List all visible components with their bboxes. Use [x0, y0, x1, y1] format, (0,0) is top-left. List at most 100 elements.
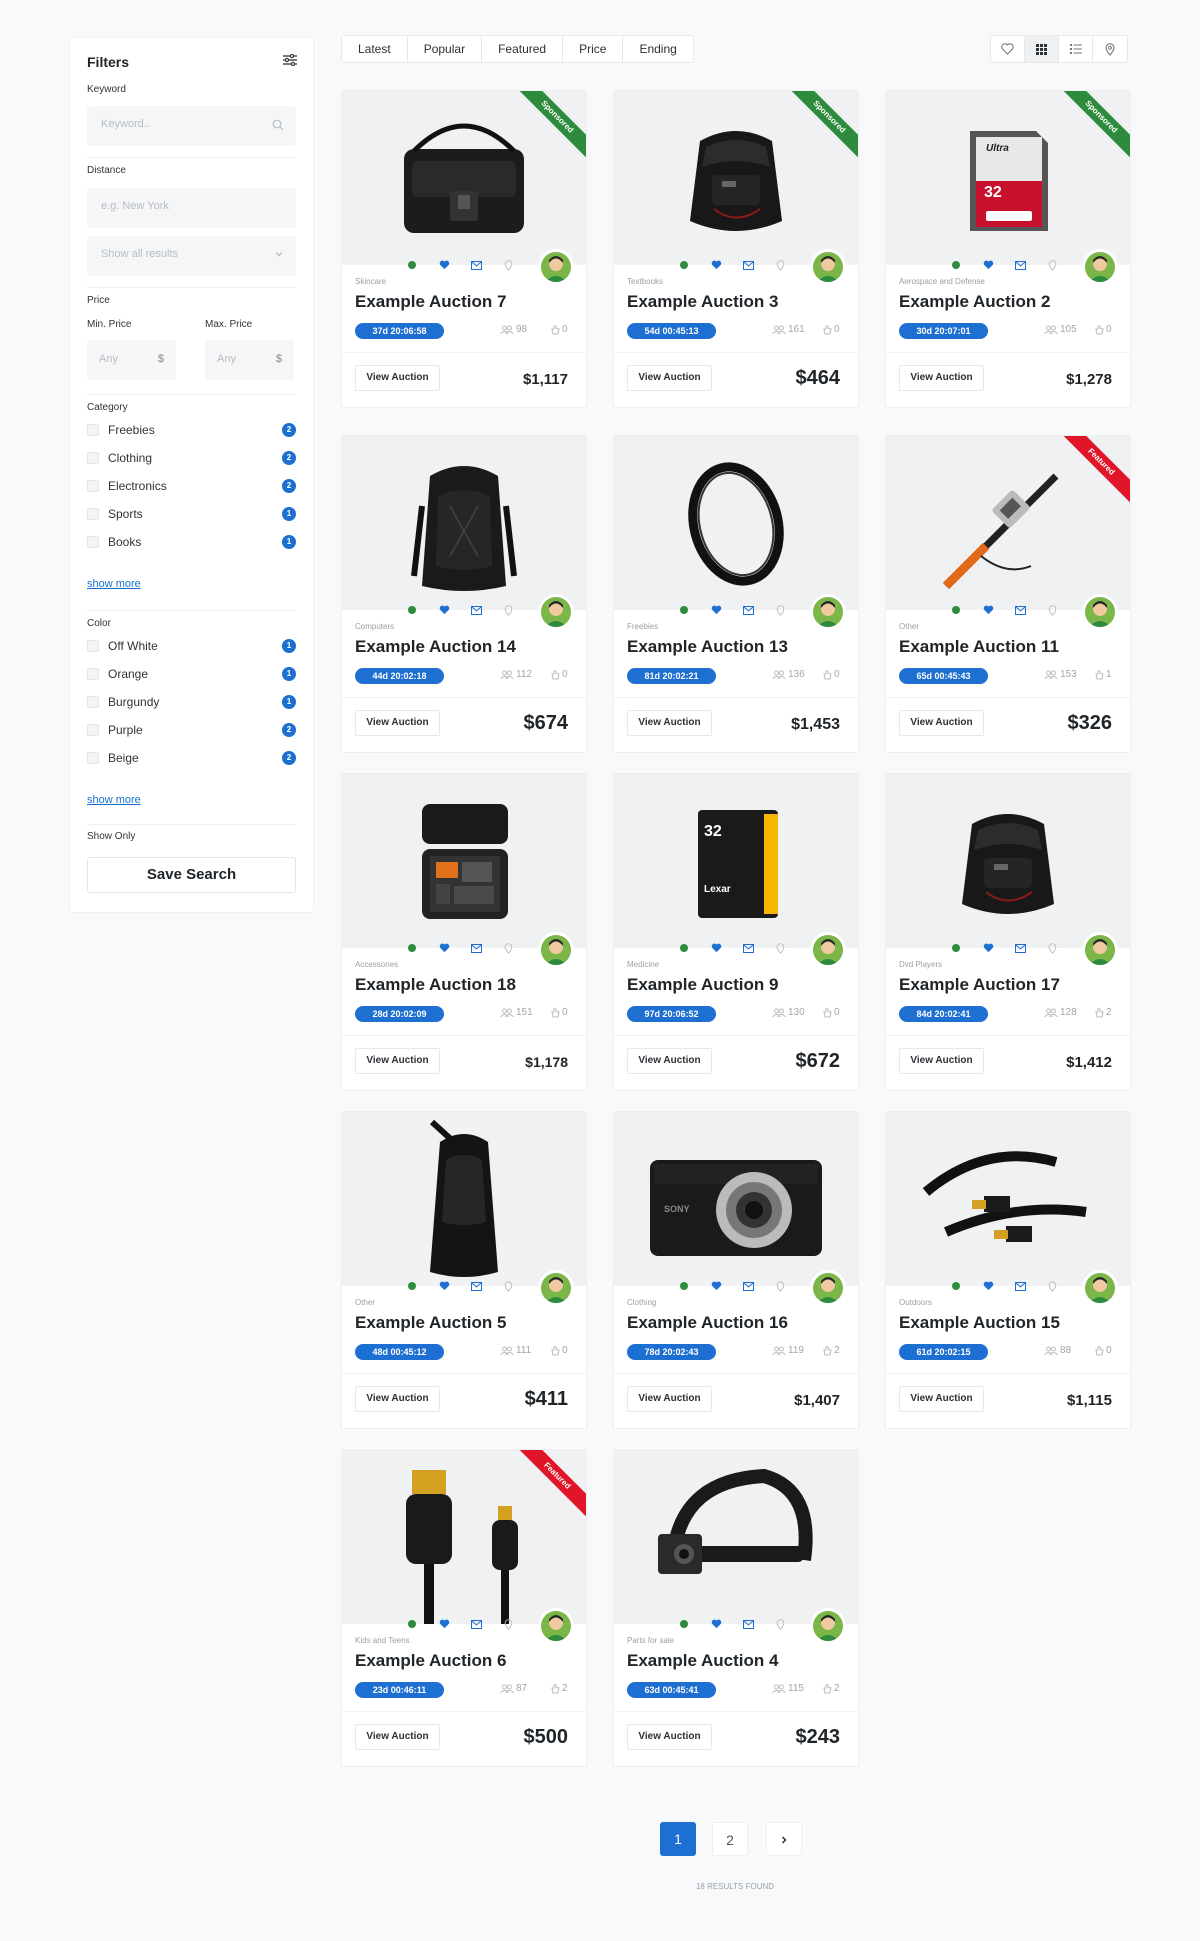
map-pin-icon[interactable] [501, 941, 515, 955]
card-title[interactable]: Example Auction 15 [899, 1313, 1060, 1333]
list-view-button[interactable] [1059, 36, 1093, 62]
map-pin-icon[interactable] [1045, 1279, 1059, 1293]
auction-card[interactable]: 32 Lexar Medicine Example Auction 9 97d 2… [613, 773, 859, 1091]
envelope-icon[interactable] [469, 1279, 483, 1293]
seller-avatar[interactable] [810, 594, 846, 630]
checkbox[interactable] [87, 536, 99, 548]
color-burgundy[interactable]: Burgundy 1 [87, 693, 296, 711]
checkbox[interactable] [87, 640, 99, 652]
map-pin-icon[interactable] [773, 1279, 787, 1293]
card-title[interactable]: Example Auction 17 [899, 975, 1060, 995]
product-image-area[interactable]: Featured [342, 1450, 586, 1624]
map-pin-icon[interactable] [773, 1617, 787, 1631]
product-image-area[interactable]: Featured [886, 436, 1130, 610]
view-auction-button[interactable]: View Auction [355, 1724, 440, 1750]
seller-avatar[interactable] [538, 249, 574, 285]
min-price-input[interactable]: Any $ [87, 340, 176, 380]
view-auction-button[interactable]: View Auction [627, 1048, 712, 1074]
heart-icon[interactable] [709, 603, 723, 617]
card-title[interactable]: Example Auction 14 [355, 637, 516, 657]
checkbox[interactable] [87, 696, 99, 708]
auction-card[interactable]: Featured Kids and Teens Example Auction … [341, 1449, 587, 1767]
page-1-button[interactable]: 1 [660, 1822, 696, 1856]
auction-card[interactable]: Featured Other Example Auction 11 65d 00… [885, 435, 1131, 753]
card-title[interactable]: Example Auction 5 [355, 1313, 506, 1333]
color-off-white[interactable]: Off White 1 [87, 637, 296, 655]
save-search-button[interactable]: Save Search [87, 857, 296, 893]
map-pin-icon[interactable] [773, 258, 787, 272]
envelope-icon[interactable] [1013, 941, 1027, 955]
heart-icon[interactable] [437, 1279, 451, 1293]
card-title[interactable]: Example Auction 18 [355, 975, 516, 995]
favorites-view-button[interactable] [991, 36, 1025, 62]
map-pin-icon[interactable] [501, 258, 515, 272]
heart-icon[interactable] [709, 1617, 723, 1631]
card-title[interactable]: Example Auction 6 [355, 1651, 506, 1671]
map-view-button[interactable] [1093, 36, 1127, 62]
view-auction-button[interactable]: View Auction [627, 1386, 712, 1412]
view-auction-button[interactable]: View Auction [355, 365, 440, 391]
heart-icon[interactable] [981, 258, 995, 272]
view-auction-button[interactable]: View Auction [355, 710, 440, 736]
heart-icon[interactable] [709, 1279, 723, 1293]
category-sports[interactable]: Sports 1 [87, 505, 296, 523]
product-image[interactable] [614, 436, 858, 610]
product-image-area[interactable] [614, 1450, 858, 1624]
tab-featured[interactable]: Featured [482, 36, 564, 62]
heart-icon[interactable] [709, 258, 723, 272]
map-pin-icon[interactable] [501, 1617, 515, 1631]
view-auction-button[interactable]: View Auction [899, 1048, 984, 1074]
checkbox[interactable] [87, 508, 99, 520]
envelope-icon[interactable] [1013, 603, 1027, 617]
auction-card[interactable]: SONY Clothing Example Auction 16 78d 20:… [613, 1111, 859, 1429]
heart-icon[interactable] [437, 1617, 451, 1631]
product-image[interactable] [342, 774, 586, 948]
map-pin-icon[interactable] [1045, 603, 1059, 617]
product-image[interactable] [342, 436, 586, 610]
envelope-icon[interactable] [1013, 258, 1027, 272]
seller-avatar[interactable] [538, 1270, 574, 1306]
seller-avatar[interactable] [538, 1608, 574, 1644]
envelope-icon[interactable] [741, 941, 755, 955]
auction-card[interactable]: Computers Example Auction 14 44d 20:02:1… [341, 435, 587, 753]
product-image[interactable] [886, 1112, 1130, 1286]
product-image[interactable]: 32 Lexar [614, 774, 858, 948]
map-pin-icon[interactable] [1045, 941, 1059, 955]
card-title[interactable]: Example Auction 4 [627, 1651, 778, 1671]
heart-icon[interactable] [437, 603, 451, 617]
heart-icon[interactable] [981, 941, 995, 955]
envelope-icon[interactable] [469, 603, 483, 617]
category-freebies[interactable]: Freebies 2 [87, 421, 296, 439]
seller-avatar[interactable] [810, 1608, 846, 1644]
category-electronics[interactable]: Electronics 2 [87, 477, 296, 495]
envelope-icon[interactable] [469, 941, 483, 955]
seller-avatar[interactable] [538, 594, 574, 630]
view-auction-button[interactable]: View Auction [355, 1386, 440, 1412]
show-more-categories[interactable]: show more [87, 578, 141, 590]
heart-icon[interactable] [981, 1279, 995, 1293]
auction-card[interactable]: Freebies Example Auction 13 81d 20:02:21… [613, 435, 859, 753]
distance-select[interactable]: Show all results [87, 236, 296, 276]
category-clothing[interactable]: Clothing 2 [87, 449, 296, 467]
sliders-icon[interactable] [283, 54, 297, 66]
card-title[interactable]: Example Auction 11 [899, 637, 1059, 657]
envelope-icon[interactable] [741, 1279, 755, 1293]
heart-icon[interactable] [437, 258, 451, 272]
card-title[interactable]: Example Auction 2 [899, 292, 1050, 312]
card-title[interactable]: Example Auction 16 [627, 1313, 788, 1333]
keyword-input[interactable]: Keyword.. [87, 106, 296, 146]
card-title[interactable]: Example Auction 3 [627, 292, 778, 312]
tab-latest[interactable]: Latest [342, 36, 408, 62]
envelope-icon[interactable] [1013, 1279, 1027, 1293]
product-image[interactable] [614, 1450, 858, 1624]
heart-icon[interactable] [981, 603, 995, 617]
product-image-area[interactable]: Ultra 32 Sponsored [886, 91, 1130, 265]
product-image-area[interactable]: Sponsored [614, 91, 858, 265]
checkbox[interactable] [87, 424, 99, 436]
tab-price[interactable]: Price [563, 36, 624, 62]
auction-card[interactable]: Accessories Example Auction 18 28d 20:02… [341, 773, 587, 1091]
checkbox[interactable] [87, 668, 99, 680]
tab-ending[interactable]: Ending [623, 36, 692, 62]
color-orange[interactable]: Orange 1 [87, 665, 296, 683]
view-auction-button[interactable]: View Auction [899, 1386, 984, 1412]
